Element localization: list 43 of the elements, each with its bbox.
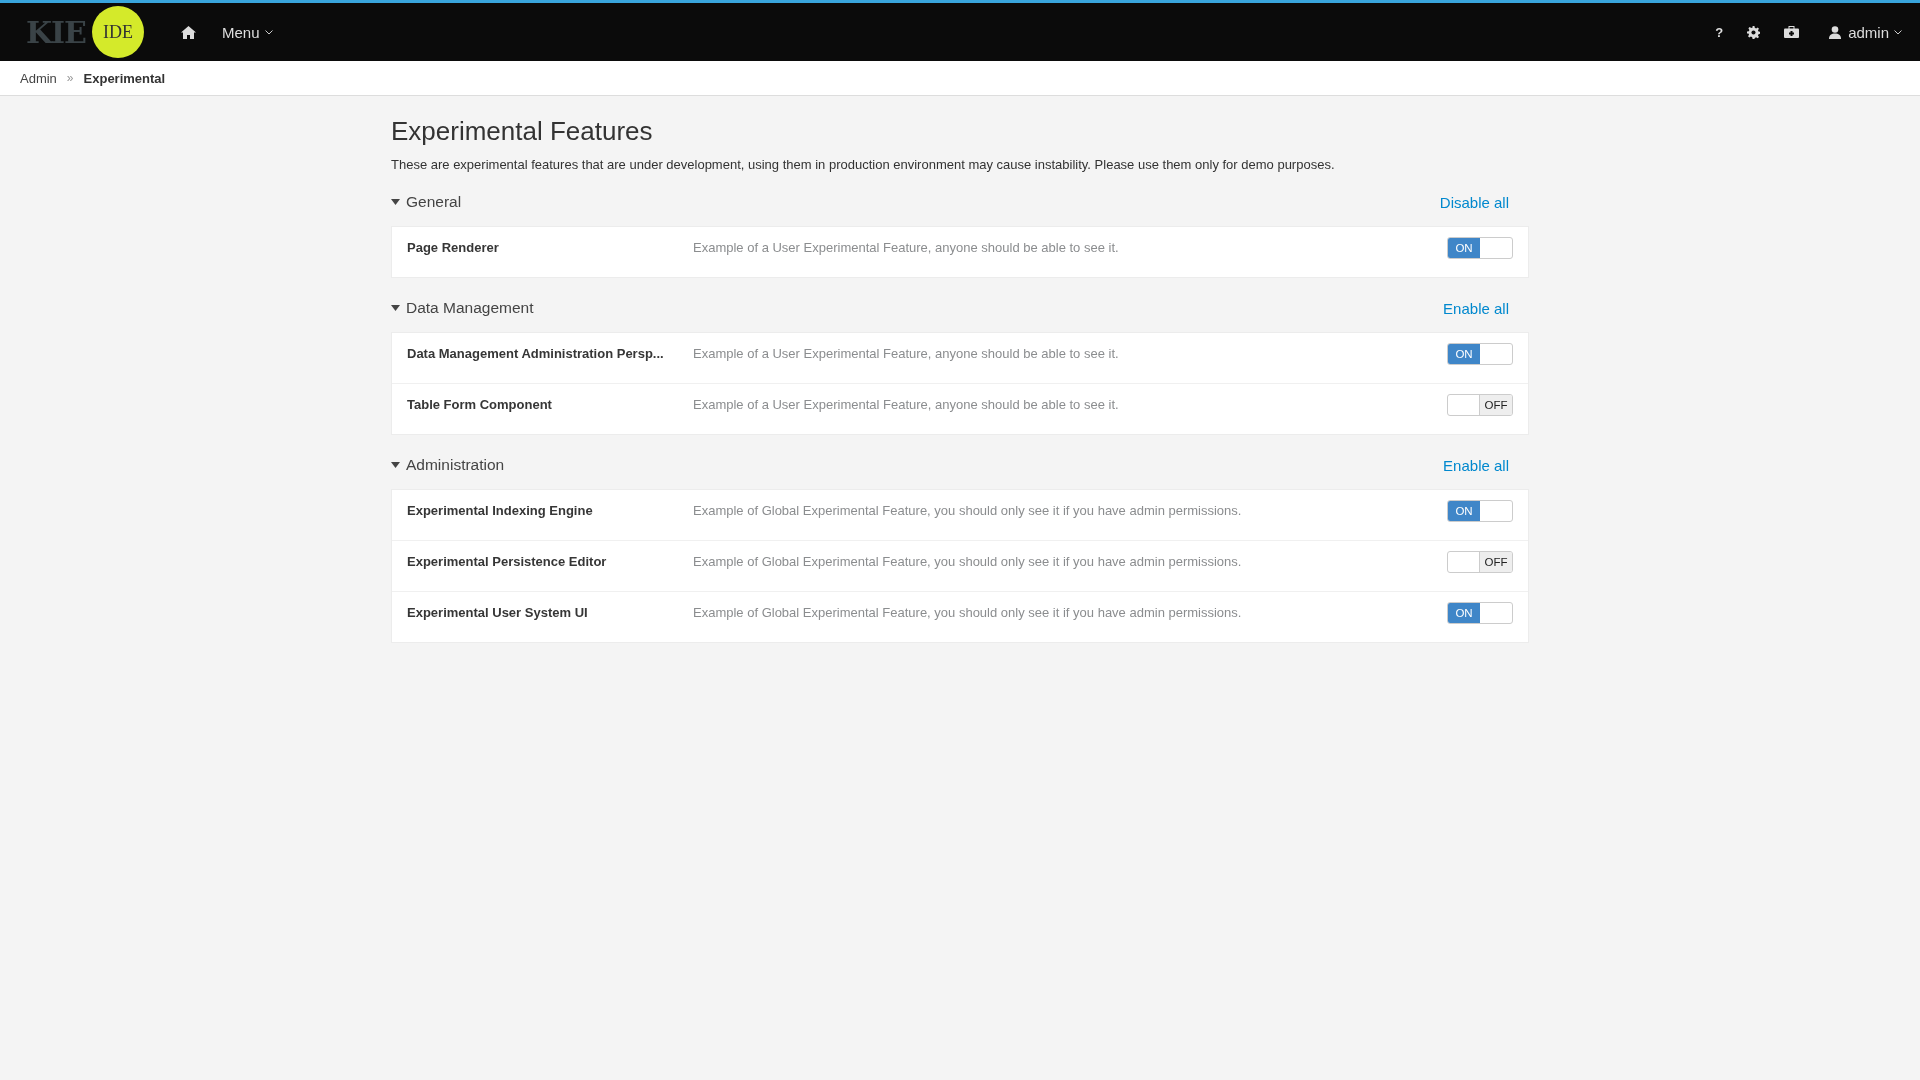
breadcrumb-item: Experimental	[83, 70, 166, 86]
feature-name: Table Form Component	[407, 396, 553, 412]
settings-icon[interactable]	[1747, 25, 1761, 39]
logo-badge: IDE	[92, 6, 144, 58]
menu-dropdown[interactable]: Menu	[216, 22, 279, 42]
caret-icon	[391, 462, 400, 468]
toggle-switch[interactable]: OFF	[1447, 394, 1513, 416]
section-toggle[interactable]: Data Management	[391, 299, 534, 317]
caret-icon	[391, 199, 400, 205]
user-menu[interactable]: admin	[1823, 22, 1908, 42]
page-description: These are experimental features that are under development, using them in production environment may cause instability. Please use them only for demo purposes.	[391, 157, 1336, 172]
feature-description: Example of Global Experimental Feature, you should only see it if you have admin permissions.	[693, 604, 1243, 620]
feature-description: Example of a User Experimental Feature, anyone should be able to see it.	[693, 239, 1120, 255]
feature-name: Experimental User System UI	[407, 604, 589, 620]
toggle-switch[interactable]: ON	[1447, 602, 1513, 624]
feature-description: Example of a User Experimental Feature, anyone should be able to see it.	[693, 396, 1120, 412]
logo-text: KIE	[26, 14, 86, 50]
feature-name: Experimental Indexing Engine	[407, 502, 594, 518]
feature-description: Example of Global Experimental Feature, you should only see it if you have admin permissions.	[693, 553, 1243, 569]
breadcrumb-item[interactable]: Admin	[20, 70, 57, 86]
feature-description: Example of Global Experimental Feature, you should only see it if you have admin permissions.	[693, 502, 1243, 518]
section-toggle[interactable]: Administration	[391, 456, 505, 474]
caret-icon	[391, 305, 400, 311]
breadcrumb-separator: »	[66, 71, 74, 85]
toggle-switch[interactable]: ON	[1447, 237, 1513, 259]
toggle-switch[interactable]: ON	[1447, 343, 1513, 365]
section-action-link[interactable]: Enable all	[1443, 456, 1529, 474]
toggle-switch[interactable]: OFF	[1447, 551, 1513, 573]
feature-description: Example of a User Experimental Feature, anyone should be able to see it.	[693, 345, 1120, 361]
chevron-down-icon	[264, 29, 273, 35]
help-button[interactable]: ?	[1715, 24, 1724, 40]
chevron-down-icon	[1894, 29, 1902, 35]
section-action-link[interactable]: Disable all	[1439, 193, 1529, 211]
toggle-switch[interactable]: ON	[1447, 500, 1513, 522]
page-title: Experimental Features	[391, 116, 654, 147]
feature-name: Experimental Persistence Editor	[407, 553, 608, 569]
feature-name: Page Renderer	[407, 239, 500, 255]
user-icon	[1829, 25, 1842, 39]
feature-name: Data Management Administration Persp...	[407, 345, 665, 361]
medkit-icon[interactable]	[1784, 26, 1800, 38]
home-icon[interactable]	[181, 25, 196, 39]
section-action-link[interactable]: Enable all	[1443, 299, 1529, 317]
section-toggle[interactable]: General	[391, 193, 462, 211]
